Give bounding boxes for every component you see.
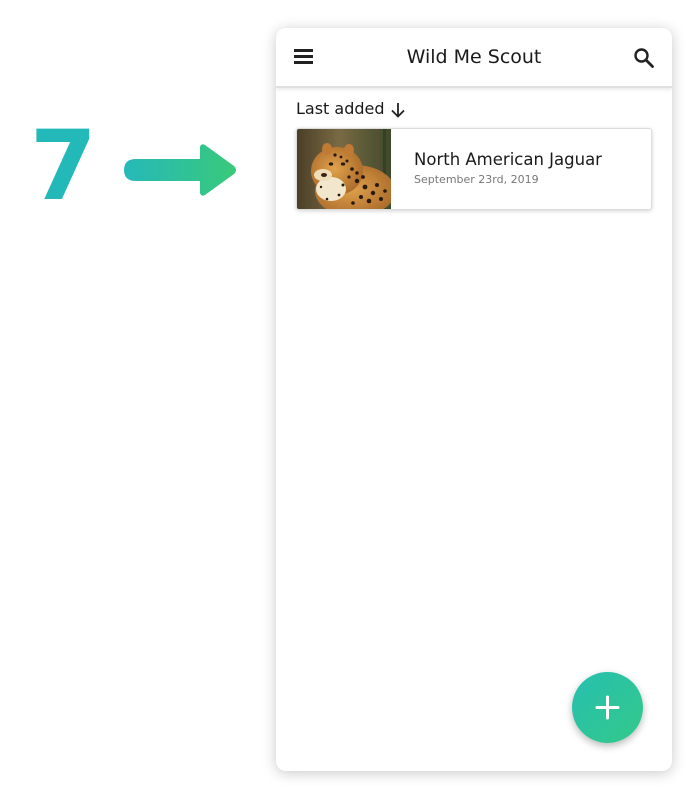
sort-control[interactable]: Last added — [296, 95, 407, 121]
hamburger-menu-icon[interactable] — [294, 49, 313, 64]
app-title: Wild Me Scout — [406, 46, 542, 68]
sighting-title: North American Jaguar — [414, 150, 602, 169]
sort-label: Last added — [296, 98, 385, 118]
add-sighting-button[interactable] — [572, 672, 643, 743]
arrow-right-icon — [124, 144, 236, 196]
sighting-card[interactable]: North American Jaguar September 23rd, 20… — [296, 128, 652, 210]
tutorial-canvas: 7 Wild Me Scout Last added North America… — [0, 0, 700, 800]
arrow-down-icon — [390, 102, 405, 118]
app-bar: Wild Me Scout — [276, 28, 672, 88]
search-icon[interactable] — [633, 47, 655, 69]
plus-icon — [595, 695, 620, 720]
phone-screen: Wild Me Scout Last added North American … — [276, 28, 672, 771]
jaguar-photo — [297, 129, 391, 209]
step-number: 7 — [30, 110, 97, 222]
sighting-date: September 23rd, 2019 — [414, 173, 539, 186]
